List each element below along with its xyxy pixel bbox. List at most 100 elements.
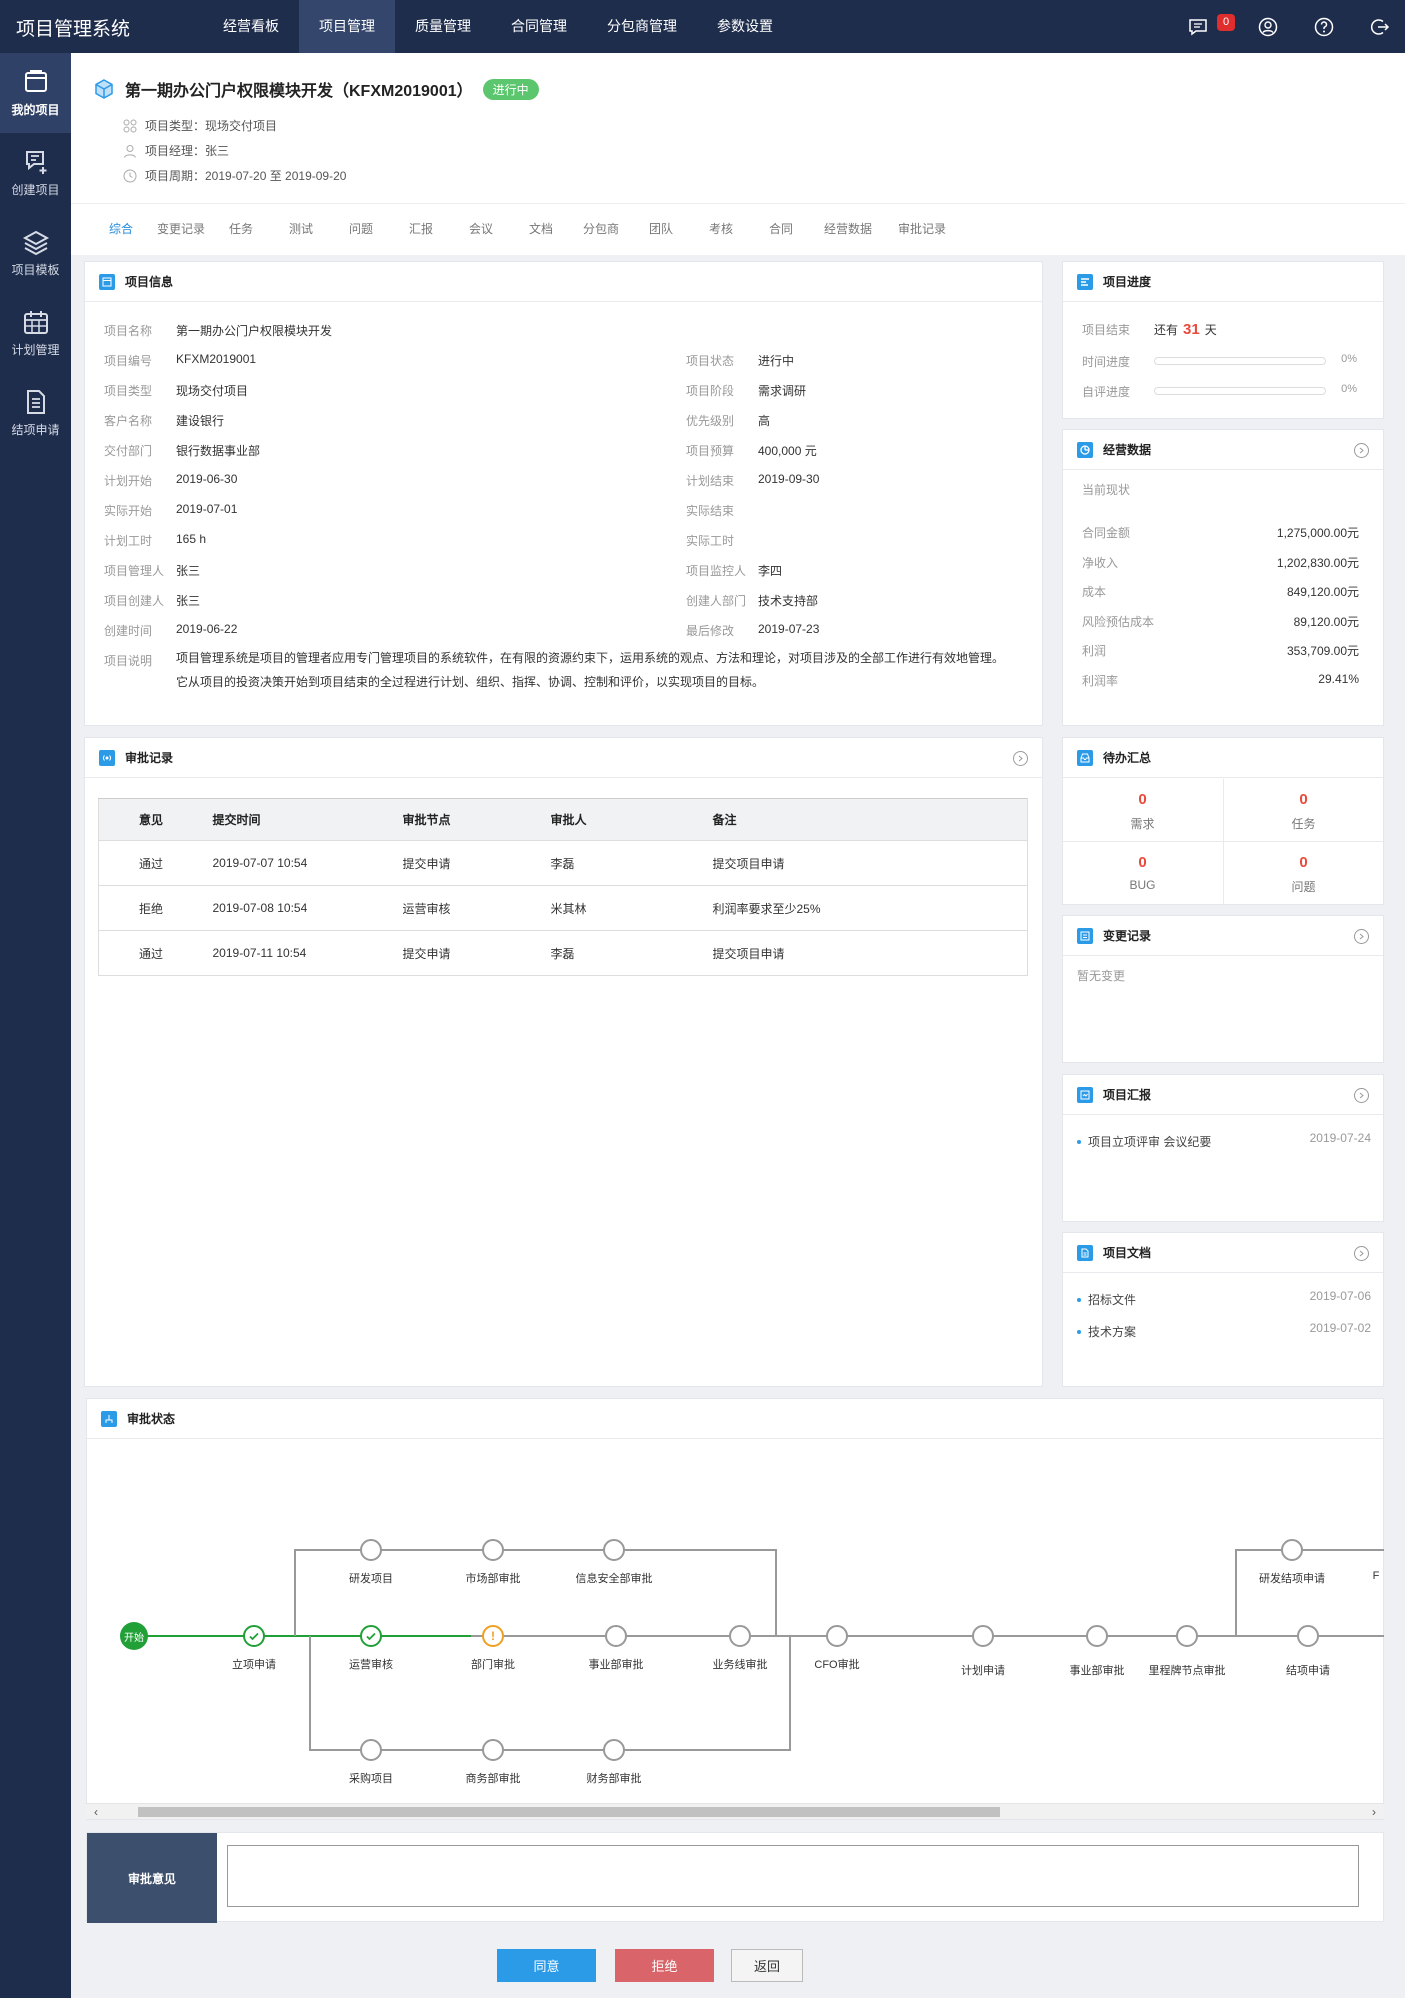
info-row: 项目阶段 需求调研 bbox=[686, 382, 806, 399]
topnav-contract[interactable]: 合同管理 bbox=[491, 0, 587, 53]
topnav-project-management[interactable]: 项目管理 bbox=[299, 0, 395, 53]
logout-button[interactable] bbox=[1369, 16, 1391, 38]
sidebar-item-project-template[interactable]: 项目模板 bbox=[0, 213, 71, 293]
todo-bugs[interactable]: 0 BUG bbox=[1063, 842, 1222, 904]
clock-icon bbox=[123, 169, 137, 183]
document-date: 2019-07-02 bbox=[1309, 1321, 1371, 1335]
document-name: 技术方案 bbox=[1088, 1325, 1137, 1339]
tab-tasks[interactable]: 任务 bbox=[211, 204, 271, 255]
tab-issues[interactable]: 问题 bbox=[331, 204, 391, 255]
user-button[interactable] bbox=[1257, 16, 1279, 38]
info-value: 进行中 bbox=[758, 354, 795, 368]
flow-node-label: 商务部审批 bbox=[465, 1773, 521, 1785]
info-row: 计划工时 165 h bbox=[104, 532, 206, 549]
list-item[interactable]: 技术方案 bbox=[1077, 1323, 1136, 1340]
progress-label: 项目结束 bbox=[1082, 323, 1131, 337]
top-actions: 0 bbox=[1187, 0, 1391, 53]
column-header: 审批人 bbox=[550, 798, 713, 841]
warning-icon: ! bbox=[491, 1629, 495, 1643]
inbox-icon bbox=[1077, 749, 1093, 766]
info-value: 2019-07-23 bbox=[758, 622, 820, 636]
info-key: 项目预算 bbox=[686, 444, 735, 458]
more-arrow-icon[interactable] bbox=[1354, 443, 1369, 458]
todo-tasks[interactable]: 0 任务 bbox=[1224, 779, 1383, 841]
tab-team[interactable]: 团队 bbox=[631, 204, 691, 255]
help-button[interactable] bbox=[1313, 16, 1335, 38]
table-cell: 2019-07-08 10:54 bbox=[212, 885, 403, 931]
self-progress-value: 0% bbox=[1341, 383, 1357, 395]
info-key: 项目监控人 bbox=[686, 564, 747, 578]
topnav-dashboard[interactable]: 经营看板 bbox=[203, 0, 299, 53]
message-icon bbox=[1189, 18, 1207, 35]
document-name: 招标文件 bbox=[1088, 1293, 1137, 1307]
tab-overview[interactable]: 综合 bbox=[91, 204, 151, 255]
list-item[interactable]: 项目立项评审 会议纪要 bbox=[1077, 1133, 1211, 1150]
info-key: 优先级别 bbox=[686, 414, 735, 428]
tab-approval-records[interactable]: 审批记录 bbox=[885, 204, 959, 255]
tab-change-log[interactable]: 变更记录 bbox=[151, 204, 211, 255]
topnav-quality[interactable]: 质量管理 bbox=[395, 0, 491, 53]
logout-icon bbox=[1370, 18, 1390, 35]
project-progress-panel: 项目进度 项目结束 还有 31 天 时间进度 0% 自评进度 0% bbox=[1062, 261, 1384, 419]
flow-node-label: 市场部审批 bbox=[465, 1573, 521, 1585]
table-row[interactable]: 拒绝 2019-07-08 10:54 运营审核 米其林 利润率要求至少25% bbox=[98, 885, 1028, 931]
tab-business-data[interactable]: 经营数据 bbox=[811, 204, 885, 255]
days-prefix: 还有 bbox=[1154, 323, 1179, 337]
tab-documents[interactable]: 文档 bbox=[511, 204, 571, 255]
topnav-subcontractor[interactable]: 分包商管理 bbox=[587, 0, 697, 53]
project-documents-panel: 项目文档 招标文件 2019-07-06 技术方案 2019-07-02 bbox=[1062, 1232, 1384, 1387]
business-row: 合同金额 1,275,000.00元 bbox=[1082, 524, 1359, 541]
scrollbar-thumb[interactable] bbox=[138, 1807, 1000, 1817]
approve-button[interactable]: 同意 bbox=[497, 1949, 596, 1982]
panel-header: 经营数据 bbox=[1063, 430, 1383, 470]
project-type-meta: 项目类型：现场交付项目 bbox=[123, 117, 277, 134]
project-period: 项目周期：2019-07-20 至 2019-09-20 bbox=[145, 169, 347, 183]
horizontal-scrollbar[interactable]: ‹ › bbox=[86, 1803, 1384, 1819]
pie-chart-icon bbox=[1077, 441, 1093, 458]
reject-button[interactable]: 拒绝 bbox=[615, 1949, 714, 1982]
sidebar-label: 我的项目 bbox=[11, 103, 60, 117]
info-value: 第一期办公门户权限模块开发 bbox=[176, 324, 333, 338]
user-icon bbox=[1258, 17, 1278, 36]
tab-meetings[interactable]: 会议 bbox=[451, 204, 511, 255]
todo-requirements[interactable]: 0 需求 bbox=[1063, 779, 1222, 841]
todo-issues[interactable]: 0 问题 bbox=[1224, 842, 1383, 904]
table-row[interactable]: 通过 2019-07-07 10:54 提交申请 李磊 提交项目申请 bbox=[98, 840, 1028, 886]
scroll-right-icon[interactable]: › bbox=[1372, 1804, 1376, 1820]
info-key: 项目创建人 bbox=[104, 594, 165, 608]
panel-title: 项目信息 bbox=[125, 275, 174, 289]
info-row: 项目创建人 张三 bbox=[104, 592, 200, 609]
flow-node-pending bbox=[1086, 1625, 1108, 1647]
more-arrow-icon[interactable] bbox=[1354, 1088, 1369, 1103]
scroll-left-icon[interactable]: ‹ bbox=[94, 1804, 98, 1820]
sidebar-item-my-projects[interactable]: 我的项目 bbox=[0, 53, 71, 133]
empty-state-text: 暂无变更 bbox=[1077, 969, 1126, 983]
info-value: 张三 bbox=[176, 594, 201, 608]
tab-subcontractors[interactable]: 分包商 bbox=[571, 204, 631, 255]
tab-testing[interactable]: 测试 bbox=[271, 204, 331, 255]
tab-contract[interactable]: 合同 bbox=[751, 204, 811, 255]
tab-assessment[interactable]: 考核 bbox=[691, 204, 751, 255]
table-cell: 李磊 bbox=[550, 840, 713, 886]
opinion-input[interactable] bbox=[227, 1845, 1359, 1907]
back-button[interactable]: 返回 bbox=[731, 1949, 803, 1982]
table-cell: 李磊 bbox=[550, 930, 713, 976]
tab-reports[interactable]: 汇报 bbox=[391, 204, 451, 255]
info-value: 李四 bbox=[758, 564, 783, 578]
more-arrow-icon[interactable] bbox=[1013, 751, 1028, 766]
sidebar-item-create-project[interactable]: 创建项目 bbox=[0, 133, 71, 213]
sidebar-item-closure-request[interactable]: 结项申请 bbox=[0, 373, 71, 453]
more-arrow-icon[interactable] bbox=[1354, 1246, 1369, 1261]
table-row[interactable]: 通过 2019-07-11 10:54 提交申请 李磊 提交项目申请 bbox=[98, 930, 1028, 976]
flow-node-done bbox=[243, 1625, 265, 1647]
message-button[interactable]: 0 bbox=[1187, 13, 1236, 38]
info-key: 项目类型 bbox=[104, 384, 153, 398]
list-item[interactable]: 招标文件 bbox=[1077, 1291, 1136, 1308]
flow-node-label: 信息安全部审批 bbox=[575, 1573, 653, 1585]
info-row: 项目管理人 张三 bbox=[104, 562, 200, 579]
topnav-settings[interactable]: 参数设置 bbox=[697, 0, 793, 53]
info-row: 最后修改 2019-07-23 bbox=[686, 622, 819, 639]
sidebar-item-plan-management[interactable]: 计划管理 bbox=[0, 293, 71, 373]
info-value: 建设银行 bbox=[176, 414, 225, 428]
more-arrow-icon[interactable] bbox=[1354, 929, 1369, 944]
